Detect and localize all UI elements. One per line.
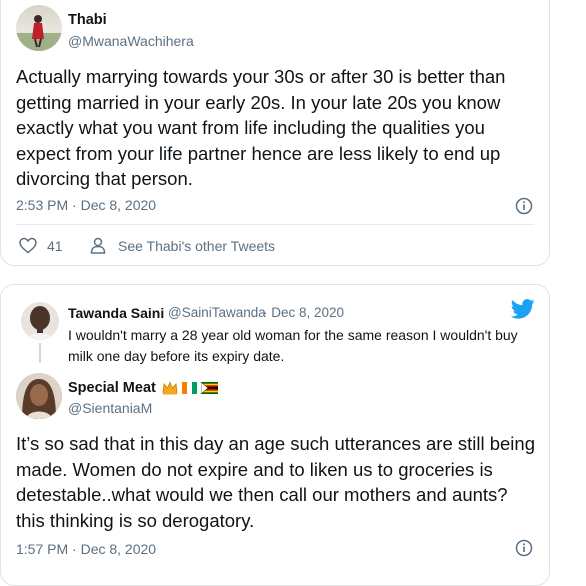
reply-author-name[interactable]: Special Meat xyxy=(68,380,218,396)
like-count: 41 xyxy=(47,237,63,254)
reply-avatar[interactable] xyxy=(16,373,62,419)
thread-connector xyxy=(39,343,41,363)
crown-icon xyxy=(162,381,178,395)
divider xyxy=(16,224,534,225)
tweet-card: Tawanda Saini @SainiTawanda · Dec 8, 202… xyxy=(0,284,550,586)
quoted-tweet-text: I wouldn't marry a 28 year old woman for… xyxy=(68,327,518,364)
ivory-coast-flag xyxy=(181,382,197,395)
author-name[interactable]: Thabi xyxy=(68,12,107,28)
avatar[interactable] xyxy=(16,5,62,51)
twitter-bird-icon[interactable] xyxy=(511,299,535,319)
quoted-avatar[interactable] xyxy=(21,302,59,340)
quoted-date[interactable]: · Dec 8, 2020 xyxy=(263,305,344,320)
tweet-timestamp[interactable]: 2:53 PM · Dec 8, 2020 xyxy=(16,197,156,213)
see-other-tweets-link[interactable]: See Thabi's other Tweets xyxy=(90,237,275,254)
quoted-author-name[interactable]: Tawanda Saini xyxy=(68,305,164,321)
info-icon[interactable] xyxy=(515,197,533,215)
reply-text: It’s so sad that in this day an age such… xyxy=(16,433,535,531)
like-button[interactable]: 41 xyxy=(19,237,63,254)
tweet-card: Thabi @MwanaWachihera Actually marrying … xyxy=(0,0,550,266)
zimbabwe-flag xyxy=(200,382,218,395)
author-handle[interactable]: @MwanaWachihera xyxy=(68,33,194,49)
reply-author-name-label: Special Meat xyxy=(68,380,156,396)
person-icon xyxy=(90,237,106,254)
tweet-text: Actually marrying towards your 30s or af… xyxy=(16,66,506,189)
see-other-tweets-label: See Thabi's other Tweets xyxy=(118,237,276,254)
info-icon[interactable] xyxy=(515,539,533,557)
reply-author-handle[interactable]: @SientaniaM xyxy=(68,400,152,416)
quoted-author-handle[interactable]: @SainiTawanda xyxy=(168,305,266,320)
heart-icon xyxy=(19,237,37,254)
